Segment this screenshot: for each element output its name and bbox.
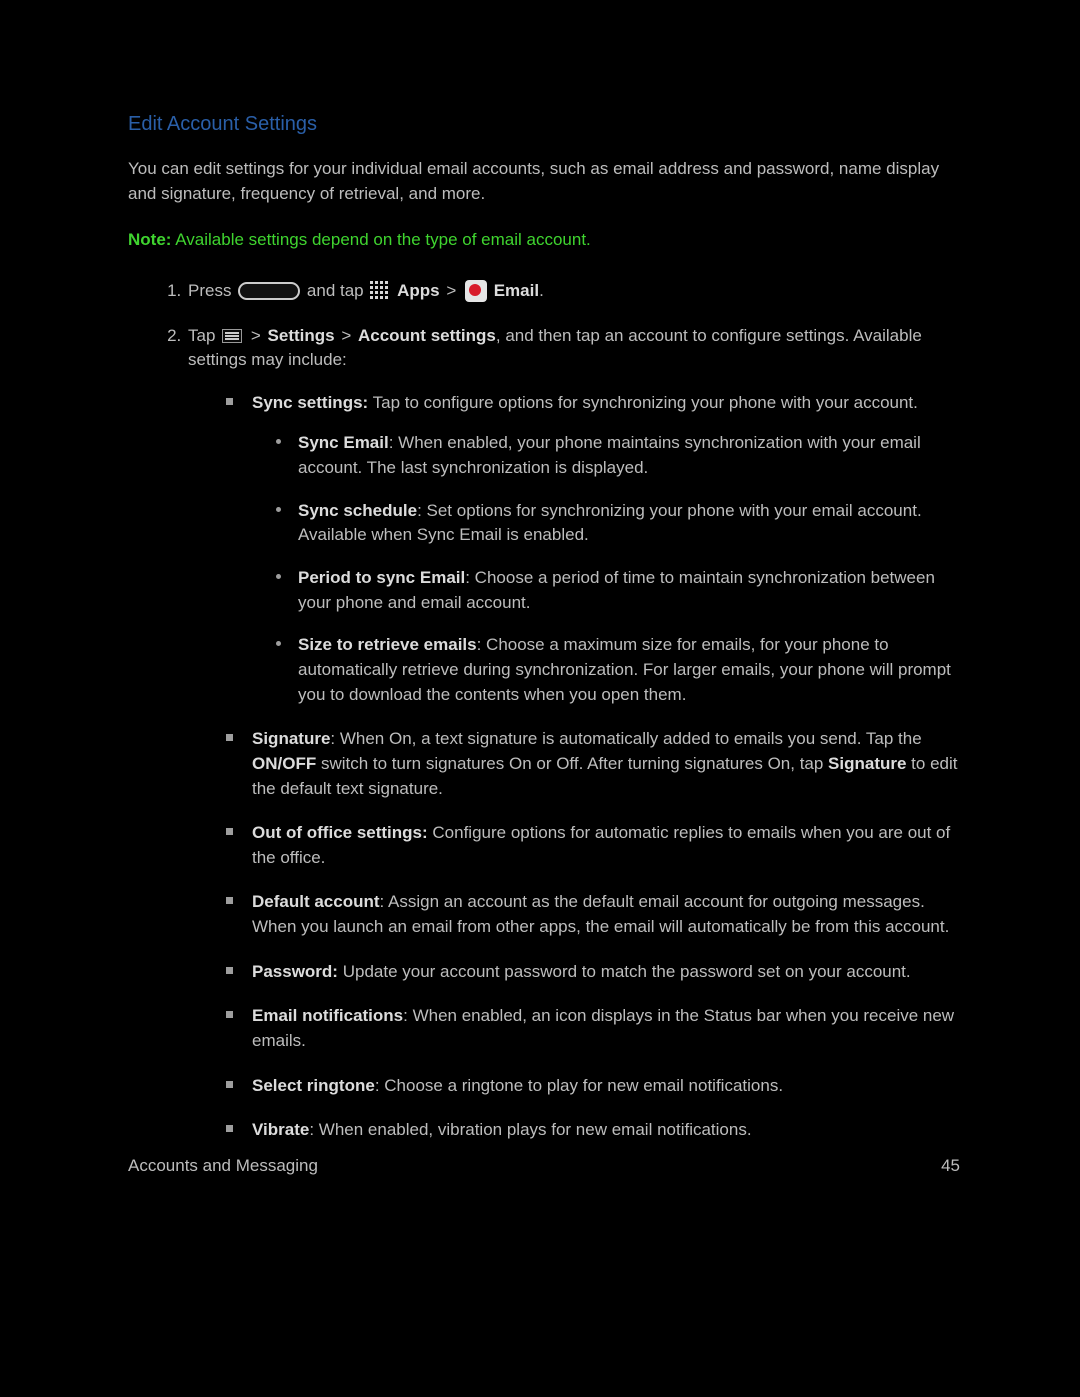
- steps-list: Press and tap Apps > Email. Tap > Settin…: [186, 279, 960, 1143]
- note-label: Note:: [128, 230, 171, 249]
- label: Password:: [252, 962, 338, 981]
- item-email-notifications: Email notifications: When enabled, an ic…: [226, 1004, 960, 1053]
- label: Default account: [252, 892, 380, 911]
- text: : When enabled, vibration plays for new …: [309, 1120, 751, 1139]
- item-size: Size to retrieve emails: Choose a maximu…: [276, 633, 960, 707]
- text: Tap to configure options for synchronizi…: [368, 393, 918, 412]
- apps-label: Apps: [397, 281, 440, 300]
- menu-bars-icon: [222, 329, 242, 343]
- document-page: Edit Account Settings You can edit setti…: [0, 0, 1080, 1143]
- text: : When enabled, your phone maintains syn…: [298, 433, 921, 477]
- step1-andtap: and tap: [307, 281, 368, 300]
- settings-label: Settings: [268, 326, 335, 345]
- item-sync-settings: Sync settings: Tap to configure options …: [226, 391, 960, 707]
- item-sync-email: Sync Email: When enabled, your phone mai…: [276, 431, 960, 480]
- footer-page-number: 45: [941, 1154, 960, 1179]
- step2-tap: Tap: [188, 326, 220, 345]
- item-signature: Signature: When On, a text signature is …: [226, 727, 960, 801]
- t1: : When On, a text signature is automatic…: [330, 729, 921, 748]
- text: : Choose a ringtone to play for new emai…: [375, 1076, 783, 1095]
- label: Signature: [252, 729, 330, 748]
- email-app-icon: [465, 280, 487, 302]
- item-password: Password: Update your account password t…: [226, 960, 960, 985]
- note-text: Available settings depend on the type of…: [171, 230, 590, 249]
- sync-sublist: Sync Email: When enabled, your phone mai…: [276, 431, 960, 707]
- intro-paragraph: You can edit settings for your individua…: [128, 157, 960, 206]
- home-key-icon: [238, 282, 300, 300]
- email-label: Email: [494, 281, 539, 300]
- label: Period to sync Email: [298, 568, 465, 587]
- page-footer: Accounts and Messaging 45: [128, 1154, 960, 1179]
- item-period: Period to sync Email: Choose a period of…: [276, 566, 960, 615]
- period: .: [539, 281, 544, 300]
- account-settings-label: Account settings: [358, 326, 496, 345]
- sig2: Signature: [828, 754, 906, 773]
- label: Sync Email: [298, 433, 389, 452]
- t2: switch to turn signatures On or Off. Aft…: [316, 754, 828, 773]
- label: Email notifications: [252, 1006, 403, 1025]
- item-ooo: Out of office settings: Configure option…: [226, 821, 960, 870]
- settings-list: Sync settings: Tap to configure options …: [226, 391, 960, 1143]
- label: Size to retrieve emails: [298, 635, 477, 654]
- label: Out of office settings:: [252, 823, 428, 842]
- text: Update your account password to match th…: [338, 962, 911, 981]
- item-default-account: Default account: Assign an account as th…: [226, 890, 960, 939]
- gt: >: [251, 326, 266, 345]
- note-line: Note: Available settings depend on the t…: [128, 228, 960, 253]
- gt: >: [442, 281, 461, 300]
- gt: >: [337, 326, 356, 345]
- item-select-ringtone: Select ringtone: Choose a ringtone to pl…: [226, 1074, 960, 1099]
- label: Sync schedule: [298, 501, 417, 520]
- step-2: Tap > Settings > Account settings, and t…: [186, 324, 960, 1143]
- item-vibrate: Vibrate: When enabled, vibration plays f…: [226, 1118, 960, 1143]
- footer-section: Accounts and Messaging: [128, 1154, 318, 1179]
- step-1: Press and tap Apps > Email.: [186, 279, 960, 304]
- section-heading: Edit Account Settings: [128, 110, 960, 139]
- step1-press: Press: [188, 281, 236, 300]
- onoff: ON/OFF: [252, 754, 316, 773]
- item-sync-schedule: Sync schedule: Set options for synchroni…: [276, 499, 960, 548]
- apps-grid-icon: [370, 281, 390, 301]
- label: Sync settings:: [252, 393, 368, 412]
- label: Vibrate: [252, 1120, 309, 1139]
- label: Select ringtone: [252, 1076, 375, 1095]
